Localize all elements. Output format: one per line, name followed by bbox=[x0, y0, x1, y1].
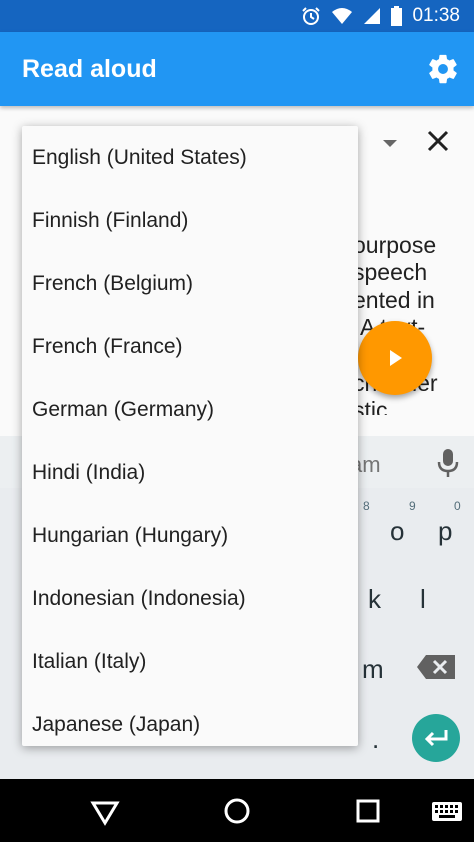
backspace-icon[interactable] bbox=[416, 654, 456, 680]
wifi-icon bbox=[332, 8, 353, 24]
menu-item-language[interactable]: Japanese (Japan) bbox=[22, 693, 358, 746]
status-bar: 01:38 bbox=[0, 0, 474, 32]
menu-item-language[interactable]: German (Germany) bbox=[22, 378, 358, 441]
gear-icon bbox=[429, 54, 457, 84]
menu-item-language[interactable]: Hungarian (Hungary) bbox=[22, 504, 358, 567]
text-fragment: speech bbox=[353, 259, 428, 285]
key-hint: 8 bbox=[363, 499, 370, 513]
close-button[interactable] bbox=[423, 126, 453, 156]
enter-button[interactable] bbox=[412, 714, 460, 762]
key-hint: 0 bbox=[454, 499, 461, 513]
enter-icon bbox=[424, 730, 448, 747]
navigation-bar bbox=[0, 779, 474, 842]
play-button[interactable] bbox=[358, 321, 432, 395]
menu-item-language[interactable]: Italian (Italy) bbox=[22, 630, 358, 693]
menu-item-language[interactable]: Hindi (India) bbox=[22, 441, 358, 504]
text-fragment: ented in bbox=[353, 287, 435, 313]
battery-icon bbox=[391, 6, 403, 26]
key-k[interactable]: k bbox=[368, 584, 381, 615]
status-time: 01:38 bbox=[412, 5, 460, 26]
key-period[interactable]: . bbox=[372, 724, 379, 755]
menu-item-language[interactable]: French (France) bbox=[22, 315, 358, 378]
chevron-down-icon[interactable] bbox=[383, 140, 397, 147]
key-m[interactable]: m bbox=[362, 654, 384, 685]
menu-item-language[interactable]: French (Belgium) bbox=[22, 252, 358, 315]
app-bar: Read aloud bbox=[0, 32, 474, 106]
key-o[interactable]: o bbox=[390, 516, 404, 547]
back-icon[interactable] bbox=[89, 795, 121, 827]
key-hint: 9 bbox=[409, 499, 416, 513]
keyboard-switch-icon[interactable] bbox=[430, 795, 464, 827]
home-icon[interactable] bbox=[221, 795, 253, 827]
menu-item-language[interactable]: Indonesian (Indonesia) bbox=[22, 567, 358, 630]
recents-icon[interactable] bbox=[352, 795, 384, 827]
status-icons: 01:38 bbox=[301, 5, 460, 27]
text-fragment: ourpose bbox=[353, 232, 437, 258]
app-title: Read aloud bbox=[22, 55, 157, 83]
text-fragment: stic bbox=[353, 397, 388, 415]
play-icon bbox=[390, 350, 402, 366]
settings-button[interactable] bbox=[426, 52, 460, 86]
alarm-icon bbox=[302, 7, 321, 25]
key-p[interactable]: p bbox=[438, 516, 452, 547]
language-dropdown-menu: English (United States) Finnish (Finland… bbox=[22, 126, 358, 746]
menu-item-language[interactable]: English (United States) bbox=[22, 126, 358, 189]
key-l[interactable]: l bbox=[420, 584, 426, 615]
close-icon bbox=[427, 130, 449, 152]
menu-item-language[interactable]: Finnish (Finland) bbox=[22, 189, 358, 252]
microphone-icon[interactable] bbox=[436, 448, 460, 478]
signal-icon bbox=[364, 8, 381, 24]
